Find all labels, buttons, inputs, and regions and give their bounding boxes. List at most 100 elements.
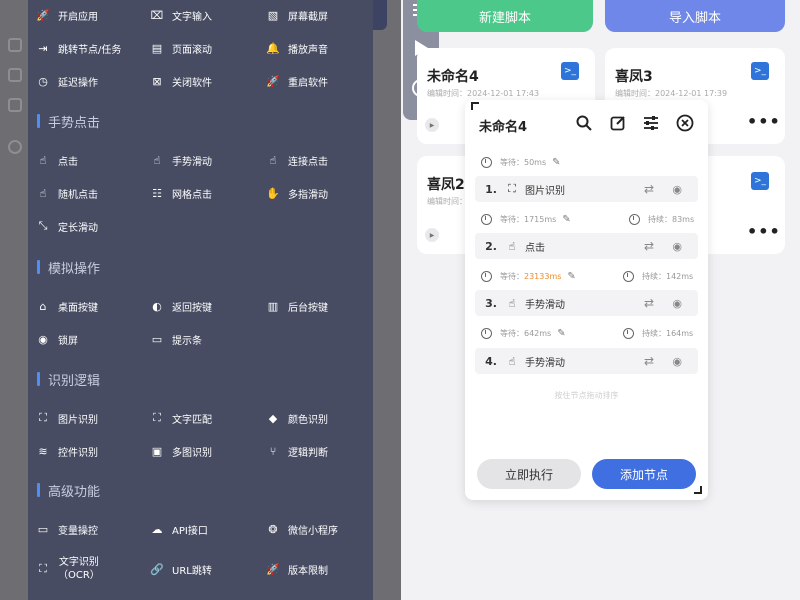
node-ocr[interactable]: ⛶ 文字识别 （OCR） — [36, 552, 100, 586]
node-variable[interactable]: ▭ 变量操控 — [36, 516, 98, 542]
resize-corner-icon[interactable] — [694, 486, 702, 494]
recent-apps-icon: ▥ — [267, 299, 279, 313]
node-close-app[interactable]: ⊠ 关闭软件 — [150, 68, 212, 94]
node-home-key[interactable]: ⌂ 桌面按键 — [36, 293, 99, 319]
clock-icon: ◷ — [38, 74, 48, 88]
node-version-limit[interactable]: 🚀 版本限制 — [266, 552, 328, 586]
multi-finger-icon: ✋ — [266, 186, 280, 200]
duration-label: 持续：83ms — [629, 211, 694, 227]
node-gesture-swipe[interactable]: ☝ 手势滑动 — [150, 147, 212, 173]
section-header-simulate: 模拟操作 — [37, 256, 100, 278]
node-jump[interactable]: ⇥ 跳转节点/任务 — [36, 35, 121, 61]
node-text-input[interactable]: ⌧ 文字输入 — [150, 2, 212, 28]
run-now-button[interactable]: 立即执行 — [477, 459, 581, 489]
node-fixed-swipe[interactable]: ⤡ 定长滑动 — [36, 213, 98, 239]
clock-icon — [629, 213, 640, 225]
close-icon[interactable] — [676, 114, 694, 132]
editor-title: 未命名4 — [479, 120, 528, 135]
swap-icon[interactable]: ⇄ — [644, 354, 654, 368]
rocket-icon: 🚀 — [36, 8, 50, 22]
node-lock-screen[interactable]: ◉ 锁屏 — [36, 326, 78, 352]
page-scroll-icon: ▤ — [151, 41, 163, 55]
node-grid-tap[interactable]: ☷ 网格点击 — [150, 180, 212, 206]
node-image-recognition[interactable]: ⛶ 图片识别 — [36, 405, 98, 431]
node-multi-image[interactable]: ▣ 多图识别 — [150, 438, 212, 464]
node-multi-finger-swipe[interactable]: ✋ 多指滑动 — [266, 180, 328, 206]
section-bar — [37, 372, 40, 386]
ghost-icon — [8, 140, 22, 154]
section-bar — [37, 260, 40, 274]
eye-icon[interactable]: ◉ — [672, 183, 682, 196]
stopwatch-icon — [481, 327, 492, 339]
card-title: 喜凤3 — [615, 69, 653, 85]
add-node-button[interactable]: 添加节点 — [592, 459, 696, 489]
more-icon[interactable]: ••• — [747, 222, 781, 241]
multi-tap-icon: ☝ — [269, 153, 277, 167]
pencil-icon[interactable]: ✎ — [562, 214, 570, 225]
clock-icon — [623, 327, 634, 339]
branch-icon: ⑂ — [269, 444, 277, 458]
node-step[interactable]: 3. ☝ 手势滑动 ⇄ ◉ — [475, 290, 698, 316]
new-script-button[interactable]: 新建脚本 — [417, 0, 593, 32]
node-widget-recognition[interactable]: ≋ 控件识别 — [36, 438, 98, 464]
card-subtitle: 编辑时间：2024-12-01 17:43 — [427, 89, 540, 98]
node-toast[interactable]: ▭ 提示条 — [150, 326, 202, 352]
node-multi-tap[interactable]: ☝ 连接点击 — [266, 147, 328, 173]
node-url-jump[interactable]: 🔗 URL跳转 — [150, 552, 212, 586]
node-palette-panel: 🚀 开启应用 ⌧ 文字输入 ▧ 屏幕截屏 ⇥ 跳转节点/任务 ▤ 页面滚动 🔔 播放声音 ◷… — [28, 0, 373, 600]
multi-image-icon: ▣ — [151, 444, 163, 458]
pencil-icon[interactable]: ✎ — [567, 271, 575, 282]
node-delay[interactable]: ◷ 延迟操作 — [36, 68, 98, 94]
ghost-icon — [8, 98, 22, 112]
eye-icon[interactable]: ◉ — [672, 240, 682, 253]
node-mini-program[interactable]: ❂ 微信小程序 — [266, 516, 338, 542]
powershell-icon: >_ — [751, 62, 769, 80]
node-api[interactable]: ☁ API接口 — [150, 516, 208, 542]
card-subtitle: 编辑时间：2024-12-01 17:39 — [615, 89, 728, 98]
mini-program-icon: ❂ — [268, 522, 278, 536]
node-back-key[interactable]: ◐ 返回按键 — [150, 293, 212, 319]
section-bar — [37, 483, 40, 497]
node-tap[interactable]: ☝ 点击 — [36, 147, 78, 173]
swap-icon[interactable]: ⇄ — [644, 182, 654, 196]
eye-icon[interactable]: ◉ — [672, 297, 682, 310]
pencil-icon[interactable]: ✎ — [557, 328, 565, 339]
edit-icon[interactable] — [609, 114, 627, 132]
card-play-icon[interactable]: ▶ — [425, 118, 439, 132]
random-tap-icon: ☝ — [39, 186, 47, 200]
node-page-scroll[interactable]: ▤ 页面滚动 — [150, 35, 212, 61]
swap-icon[interactable]: ⇄ — [644, 239, 654, 253]
node-step[interactable]: 1. ⛶ 图片识别 ⇄ ◉ — [475, 176, 698, 202]
resize-corner-icon[interactable] — [471, 102, 479, 110]
settings-sliders-icon[interactable] — [642, 114, 660, 132]
pencil-icon[interactable]: ✎ — [552, 157, 560, 168]
node-step[interactable]: 2. ☝ 点击 ⇄ ◉ — [475, 233, 698, 259]
node-text-match[interactable]: ⛶ 文字匹配 — [150, 405, 212, 431]
node-recent-key[interactable]: ▥ 后台按键 — [266, 293, 328, 319]
grid-tap-icon: ☷ — [152, 186, 162, 200]
layers-icon: ≋ — [38, 444, 48, 458]
more-icon[interactable]: ••• — [747, 112, 781, 131]
background-strip-left — [0, 0, 28, 600]
node-play-sound[interactable]: 🔔 播放声音 — [266, 35, 328, 61]
node-restart-app[interactable]: 🚀 重启软件 — [266, 68, 328, 94]
node-row: ▭ 变量操控 ☁ API接口 ❂ 微信小程序 — [28, 516, 373, 542]
node-random-tap[interactable]: ☝ 随机点击 — [36, 180, 98, 206]
node-step[interactable]: 4. ☝ 手势滑动 ⇄ ◉ — [475, 348, 698, 374]
eye-icon[interactable]: ◉ — [672, 355, 682, 368]
card-play-icon[interactable]: ▶ — [425, 228, 439, 242]
node-row: ☝ 点击 ☝ 手势滑动 ☝ 连接点击 — [28, 147, 373, 173]
node-color-recognition[interactable]: ◆ 颜色识别 — [266, 405, 328, 431]
lock-screen-icon: ◉ — [38, 332, 48, 346]
import-script-button[interactable]: 导入脚本 — [605, 0, 785, 32]
swap-icon[interactable]: ⇄ — [644, 296, 654, 310]
node-row: ⛶ 图片识别 ⛶ 文字匹配 ◆ 颜色识别 — [28, 405, 373, 431]
node-open-app[interactable]: 🚀 开启应用 — [36, 2, 98, 28]
node-screenshot[interactable]: ▧ 屏幕截屏 — [266, 2, 328, 28]
tap-icon: ☝ — [39, 153, 47, 167]
node-row: ☝ 随机点击 ☷ 网格点击 ✋ 多指滑动 — [28, 180, 373, 206]
wait-label: 等待：50ms ✎ — [481, 154, 561, 170]
node-logic-judge[interactable]: ⑂ 逻辑判断 — [266, 438, 328, 464]
search-icon[interactable] — [575, 114, 593, 132]
clock-icon — [623, 270, 634, 282]
